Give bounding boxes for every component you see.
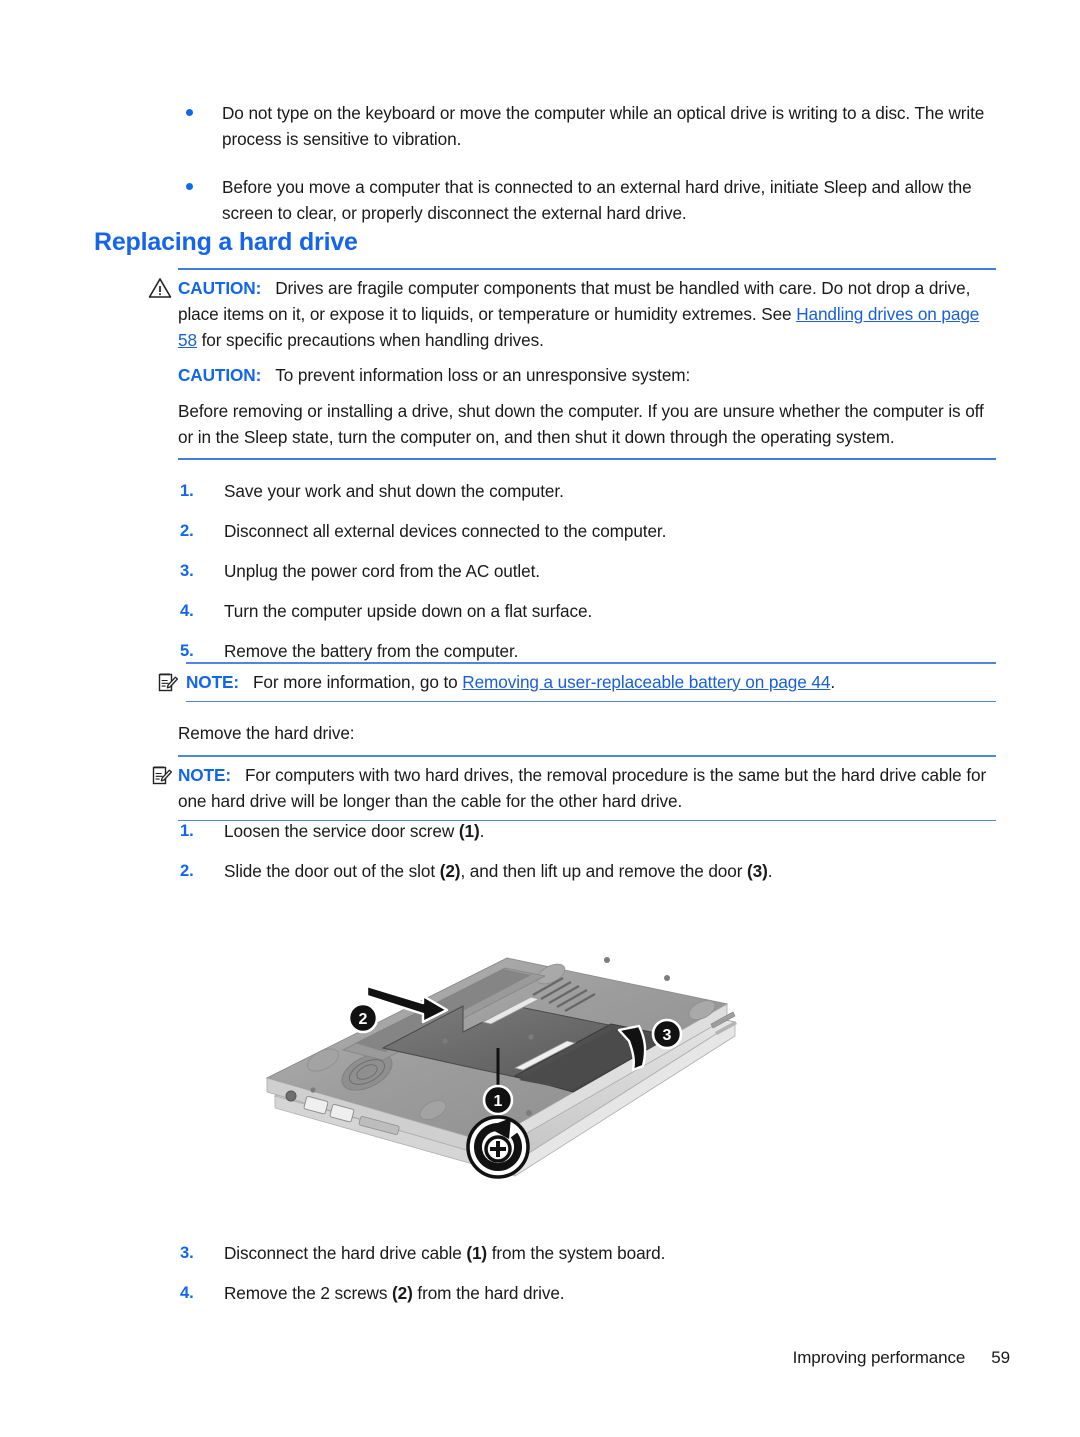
remove-hard-drive-label: Remove the hard drive: [178, 723, 355, 743]
removing-battery-link[interactable]: Removing a user-replaceable battery on p… [462, 672, 830, 692]
precautions-bullet-list: Do not type on the keyboard or move the … [178, 100, 1008, 248]
step-text: Save your work and shut down the compute… [224, 481, 564, 501]
list-item: 4. Remove the 2 screws (2) from the hard… [180, 1280, 1010, 1306]
remove-door-steps-list: 1. Loosen the service door screw (1). 2.… [180, 818, 1010, 898]
note-two-hard-drives-block: NOTE: For computers with two hard drives… [152, 755, 996, 822]
note-label: NOTE: [178, 764, 231, 785]
page-footer: Improving performance 59 [0, 1348, 1011, 1368]
step-text: Remove the battery from the computer. [224, 641, 519, 661]
step-number: 2. [180, 521, 194, 540]
step-text-post: . [479, 821, 485, 841]
note-battery-block: NOTE: For more information, go to Removi… [158, 662, 996, 703]
step-text-post: from the system board. [487, 1243, 666, 1263]
callout-ref-2: (2) [439, 861, 461, 881]
note-text-after-link: . [830, 671, 835, 692]
step-number: 4. [180, 601, 194, 620]
note-text: For computers with two hard drives, the … [178, 764, 987, 811]
callout-label-2: 2 [359, 1011, 368, 1028]
caution-handling-drives-block: CAUTION: Drives are fragile computer com… [148, 268, 996, 359]
note-text-before-link: For more information, go to [253, 671, 463, 692]
step-text-pre: Remove the 2 screws [224, 1283, 393, 1303]
step-text-pre: Slide the door out of the slot [224, 861, 440, 881]
step-number: 3. [180, 561, 194, 580]
caution-body: CAUTION: Drives are fragile computer com… [148, 270, 996, 359]
step-text-mid: , and then lift up and remove the door [460, 861, 748, 881]
after-door-steps-list: 3. Disconnect the hard drive cable (1) f… [180, 1240, 1010, 1320]
notepad-pencil-icon [156, 670, 180, 694]
warning-triangle-icon [148, 276, 172, 300]
note-label: NOTE: [186, 671, 239, 692]
step-number: 1. [180, 481, 194, 500]
bullet-text: Do not type on the keyboard or move the … [222, 103, 985, 149]
caution-label: CAUTION: [178, 365, 262, 385]
shutdown-instructions-block: Before removing or installing a drive, s… [178, 398, 996, 460]
caution-prevent-loss-block: CAUTION: To prevent information loss or … [178, 358, 996, 388]
step-number: 2. [180, 861, 194, 880]
callout-label-3: 3 [663, 1027, 672, 1044]
caution-body: CAUTION: To prevent information loss or … [178, 358, 996, 388]
bullet-dot-icon [186, 109, 193, 116]
caution-label: CAUTION: [178, 278, 262, 298]
callout-label-1: 1 [494, 1093, 503, 1110]
step-text-pre: Loosen the service door screw [224, 821, 459, 841]
callout-ref-2: (2) [392, 1283, 413, 1303]
step-number: 5. [180, 641, 194, 660]
list-item: 1. Loosen the service door screw (1). [180, 818, 1010, 844]
notepad-pencil-icon [150, 763, 174, 787]
list-item: 3. Disconnect the hard drive cable (1) f… [180, 1240, 1010, 1266]
list-item: 3. Unplug the power cord from the AC out… [180, 558, 1010, 584]
callout-ref-1: (1) [466, 1243, 488, 1263]
note-body: NOTE: For more information, go to Removi… [158, 664, 996, 701]
list-item: 2. Disconnect all external devices conne… [180, 518, 1010, 544]
step-text: Turn the computer upside down on a flat … [224, 601, 593, 621]
step-text: Disconnect all external devices connecte… [224, 521, 667, 541]
caution-text: To prevent information loss or an unresp… [275, 365, 691, 385]
step-text-post: . [767, 861, 773, 881]
callout-ref-3: (3) [747, 861, 768, 881]
divider-bottom [186, 700, 996, 703]
list-item: Do not type on the keyboard or move the … [178, 100, 1008, 152]
step-text-post: from the hard drive. [412, 1283, 565, 1303]
list-item: 5. Remove the battery from the computer. [180, 638, 1010, 664]
note-body: NOTE: For computers with two hard drives… [152, 757, 996, 820]
list-item: 1. Save your work and shut down the comp… [180, 478, 1010, 504]
shutdown-paragraph: Before removing or installing a drive, s… [178, 401, 984, 447]
bullet-text: Before you move a computer that is conne… [222, 177, 972, 223]
document-page: Do not type on the keyboard or move the … [0, 0, 1080, 1437]
footer-page-number: 59 [991, 1348, 1010, 1367]
laptop-bottom-service-door-diagram: 2 3 1 [215, 900, 785, 1230]
callout-ref-1: (1) [458, 821, 480, 841]
step-text-pre: Disconnect the hard drive cable [224, 1243, 467, 1263]
list-item: 2. Slide the door out of the slot (2), a… [180, 858, 1010, 884]
list-item: 4. Turn the computer upside down on a fl… [180, 598, 1010, 624]
step-text: Unplug the power cord from the AC outlet… [224, 561, 540, 581]
prepare-steps-list: 1. Save your work and shut down the comp… [180, 478, 1010, 678]
page-title: Replacing a hard drive [94, 228, 358, 256]
step-number: 3. [180, 1243, 194, 1262]
caution-text-after-link: for specific precautions when handling d… [196, 330, 544, 350]
list-item: Before you move a computer that is conne… [178, 174, 1008, 226]
footer-section-title: Improving performance [792, 1348, 966, 1367]
divider-bottom [178, 458, 996, 460]
step-number: 1. [180, 821, 194, 840]
loosen-screw-rotation-icon [466, 1115, 530, 1179]
bullet-dot-icon [186, 183, 193, 190]
step-number: 4. [180, 1283, 194, 1302]
